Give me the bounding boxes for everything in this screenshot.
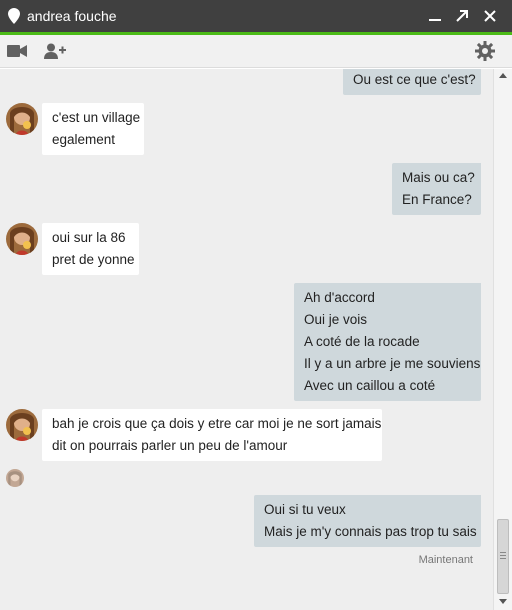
avatar-image: [6, 469, 24, 487]
scroll-thumb[interactable]: [497, 519, 509, 594]
minimize-icon: [429, 19, 441, 21]
message-line: A coté de la rocade: [304, 334, 420, 349]
outgoing-message: Oui si tu veux Mais je m'y connais pas t…: [254, 495, 481, 547]
pop-out-icon: [456, 10, 468, 22]
message-line: Mais ou ca?: [402, 170, 475, 185]
contact-avatar: [6, 223, 38, 255]
seen-avatar: [6, 469, 24, 487]
message-line: bah je crois que ça dois y etre car moi …: [52, 416, 382, 431]
scroll-grip: [500, 552, 506, 553]
incoming-message: c'est un village egalement: [42, 103, 144, 155]
message-line: dit on pourrais parler un peu de l'amour: [52, 438, 288, 453]
message-line: Mais je m'y connais pas trop tu sais: [264, 524, 477, 539]
chat-title-bar[interactable]: andrea fouche: [0, 0, 512, 35]
outgoing-message: Ou est ce que c'est?: [343, 69, 481, 95]
add-person-button[interactable]: [43, 40, 67, 62]
message-line: Oui je vois: [304, 312, 368, 327]
scroll-grip: [500, 558, 506, 559]
minimize-button[interactable]: [425, 6, 445, 26]
outgoing-message: Mais ou ca? En France?: [392, 163, 481, 215]
message-line: c'est un village: [52, 110, 141, 125]
message-line: pret de yonne: [52, 252, 135, 267]
scroll-down-arrow-icon[interactable]: [499, 599, 507, 604]
message-line: egalement: [52, 132, 116, 147]
close-button[interactable]: [480, 6, 500, 26]
add-user-icon: [44, 43, 66, 59]
scroll-grip: [500, 555, 506, 556]
message-list[interactable]: Ou est ce que c'est? c'est un village eg…: [0, 69, 493, 610]
avatar-image: [6, 409, 38, 441]
pop-out-button[interactable]: [452, 6, 472, 26]
message-timestamp: Maintenant: [418, 554, 473, 566]
contact-name: andrea fouche: [27, 8, 117, 24]
chat-toolbar: [0, 35, 512, 68]
close-icon: [484, 10, 496, 22]
message-line: Ah d'accord: [304, 290, 375, 305]
message-line: Oui si tu veux: [264, 502, 346, 517]
message-line: Avec un caillou a coté: [304, 378, 436, 393]
video-icon: [7, 45, 27, 57]
contact-avatar: [6, 409, 38, 441]
settings-button[interactable]: [474, 40, 496, 62]
avatar-image: [6, 103, 38, 135]
incoming-message: bah je crois que ça dois y etre car moi …: [42, 409, 382, 461]
message-line: En France?: [402, 192, 472, 207]
message-line: oui sur la 86: [52, 230, 126, 245]
chat-scrollbar[interactable]: [493, 69, 512, 610]
incoming-message: oui sur la 86 pret de yonne: [42, 223, 139, 275]
gear-icon: [475, 41, 495, 61]
message-line: Il y a un arbre je me souviens: [304, 356, 481, 371]
scroll-up-arrow-icon[interactable]: [499, 73, 507, 78]
contact-avatar: [6, 103, 38, 135]
video-call-button[interactable]: [6, 40, 28, 62]
location-pin-icon: [8, 8, 20, 24]
outgoing-message: Ah d'accord Oui je vois A coté de la roc…: [294, 283, 481, 401]
message-line: Ou est ce que c'est?: [353, 72, 476, 87]
avatar-image: [6, 223, 38, 255]
